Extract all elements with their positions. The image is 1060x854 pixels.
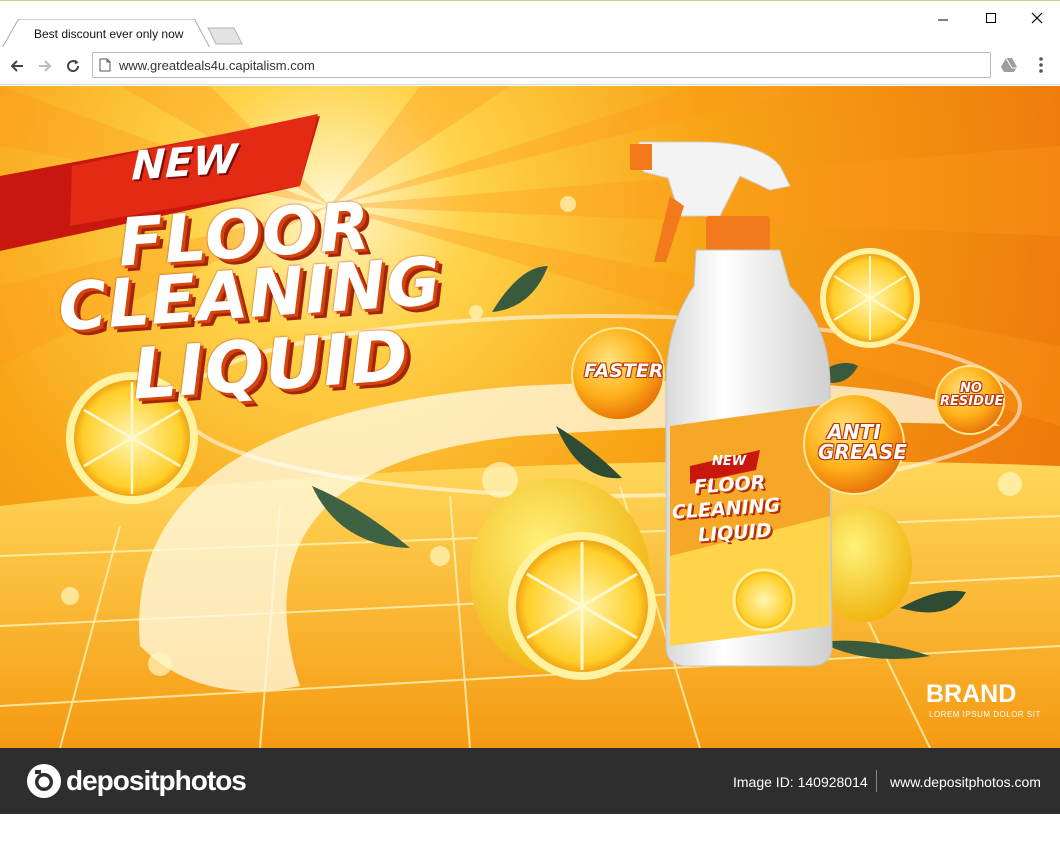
reload-icon — [67, 59, 80, 73]
feature-anti-grease: ANTI GREASE — [818, 420, 908, 464]
image-id-label: Image ID: 140928014 — [733, 774, 868, 790]
feature-no-residue-line-2: RESIDUE — [940, 394, 1004, 409]
feature-anti-grease-line-2: GREASE — [818, 440, 908, 464]
browser-titlebar: Best discount ever only now — [0, 0, 1060, 48]
close-icon — [1031, 12, 1043, 24]
new-badge: NEW — [130, 136, 238, 190]
address-bar[interactable]: www.greatdeals4u.capitalism.com — [92, 52, 991, 78]
back-button[interactable] — [6, 55, 28, 77]
feature-faster: FASTER — [584, 360, 664, 382]
back-arrow-icon — [10, 60, 23, 72]
tab-title: Best discount ever only now — [34, 27, 184, 41]
bottle-new-badge: NEW — [712, 454, 747, 469]
feature-no-residue: NO RESIDUE — [940, 382, 1004, 409]
maximize-button[interactable] — [980, 7, 1002, 29]
drive-extension-icon[interactable] — [1000, 57, 1018, 73]
feature-anti-grease-line-1: ANTI — [827, 420, 881, 444]
camera-logo-icon — [27, 764, 61, 798]
forward-arrow-icon — [39, 60, 52, 72]
url-text: www.greatdeals4u.capitalism.com — [119, 58, 315, 73]
new-tab-button[interactable] — [206, 27, 244, 45]
close-button[interactable] — [1026, 7, 1048, 29]
footer-divider — [876, 770, 877, 792]
brand-tagline: LOREM IPSUM DOLOR SIT — [929, 710, 1041, 719]
page-icon — [99, 58, 111, 72]
depositphotos-url[interactable]: www.depositphotos.com — [890, 774, 1041, 790]
browser-tab[interactable]: Best discount ever only now — [2, 19, 210, 48]
menu-icon[interactable] — [1038, 56, 1044, 74]
minimize-icon — [938, 19, 948, 21]
minimize-button[interactable] — [932, 7, 954, 29]
stock-footer-bar: depositphotos Image ID: 140928014 www.de… — [0, 748, 1060, 814]
maximize-icon — [986, 13, 996, 23]
depositphotos-logo-text[interactable]: depositphotos — [66, 765, 247, 797]
reload-button[interactable] — [62, 55, 84, 77]
ad-banner[interactable]: NEW FLOOR CLEANING LIQUID FASTER ANTI GR… — [0, 86, 1060, 748]
browser-toolbar: www.greatdeals4u.capitalism.com — [0, 47, 1060, 85]
brand-logo: BRAND — [926, 680, 1017, 708]
forward-button[interactable] — [34, 55, 56, 77]
